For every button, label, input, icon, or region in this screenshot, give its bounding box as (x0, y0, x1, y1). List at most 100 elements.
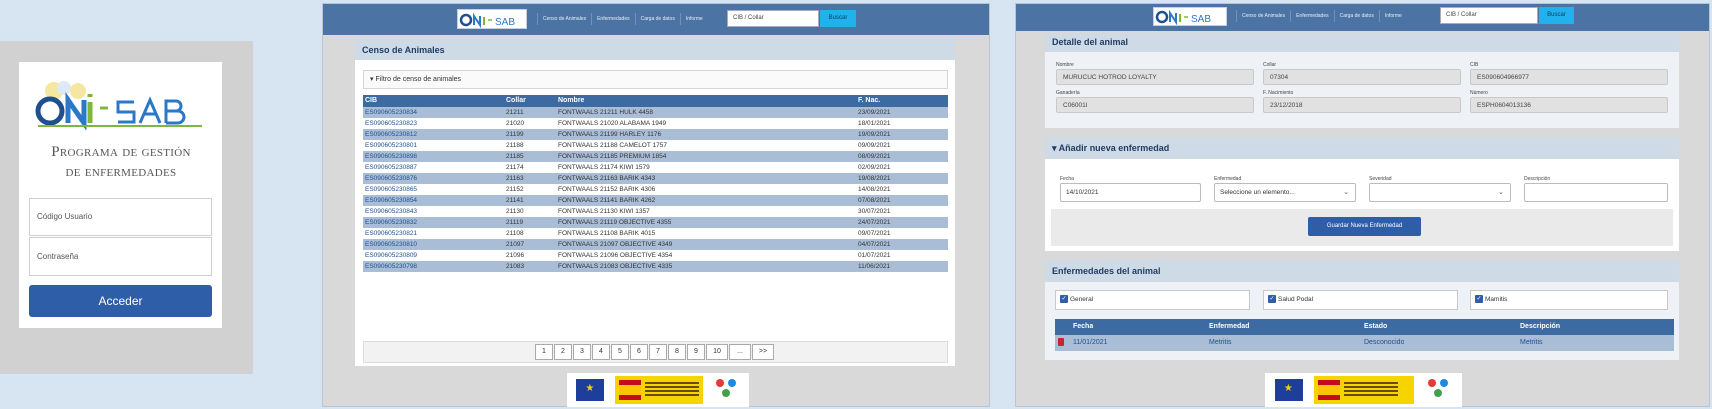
row-cib[interactable]: ES090605230865 (365, 184, 417, 195)
nav-logo-detail[interactable]: SAB (1153, 7, 1227, 26)
col-date[interactable]: Fecha (1073, 319, 1093, 335)
col-status[interactable]: Estado (1364, 319, 1387, 335)
row-collar: 21211 (506, 109, 524, 116)
nav-link-census-detail[interactable]: Censo de Animales (1236, 10, 1290, 22)
row-cib[interactable]: ES090605230809 (365, 250, 417, 261)
page-button[interactable]: 3 (573, 344, 591, 360)
save-disease-button[interactable]: Guardar Nueva Enfermedad (1308, 217, 1421, 236)
description-input[interactable] (1524, 183, 1668, 202)
page-button[interactable]: 7 (649, 344, 667, 360)
row-cib[interactable]: ES090605230810 (365, 239, 417, 250)
nav-links-detail: Censo de Animales Enfermedades Carga de … (1236, 9, 1407, 23)
col-collar[interactable]: Collar (506, 95, 526, 107)
col-disease[interactable]: Enfermedad (1209, 319, 1249, 335)
row-cib[interactable]: ES090605230843 (365, 206, 417, 217)
table-row[interactable]: ES090605230898 21185 FONTWAALS 21185 PREMI… (363, 151, 948, 162)
col-name[interactable]: Nombre (558, 95, 584, 107)
table-row[interactable]: ES090605230823 21020 FONTWAALS 21020 ALABA… (363, 118, 948, 129)
search-input[interactable]: CIB / Collar (727, 10, 819, 27)
date-input[interactable]: 14/10/2021 (1060, 183, 1201, 202)
census-title: Censo de Animales (355, 40, 955, 60)
filter-general-checkbox[interactable]: ✓ General (1055, 290, 1250, 310)
user-code-input[interactable]: Código Usuario (29, 198, 212, 236)
page-button[interactable]: 10 (706, 344, 728, 360)
search-input-detail[interactable]: CIB / Collar (1440, 7, 1538, 24)
col-birthdate[interactable]: F. Nac. (858, 95, 880, 107)
table-row[interactable]: ES090605230821 21108 FONTWAALS 21108 BARIK… (363, 228, 948, 239)
row-cib[interactable]: ES090605230876 (365, 173, 417, 184)
table-row[interactable]: ES090605230801 21188 FONTWAALS 21188 CAMEL… (363, 140, 948, 151)
col-cib[interactable]: CIB (365, 95, 377, 107)
password-input[interactable]: Contraseña (29, 237, 212, 276)
severity-select[interactable]: ⌄ (1369, 183, 1511, 202)
diseases-table-header: Fecha Enfermedad Estado Descripción (1055, 319, 1674, 335)
row-collar: 21130 (506, 208, 524, 215)
row-cib[interactable]: ES090605230898 (365, 151, 417, 162)
page-button[interactable]: 8 (668, 344, 686, 360)
row-birthdate: 24/07/2021 (858, 219, 891, 226)
col-description[interactable]: Descripción (1520, 319, 1560, 335)
field-value-collar: 07304 (1263, 69, 1461, 85)
table-row[interactable]: ES090605230809 21096 FONTWAALS 21096 OBJEC… (363, 250, 948, 261)
field-label-cib: CIB (1470, 62, 1479, 68)
nav-link-report-detail[interactable]: Informe (1378, 10, 1407, 22)
nav-logo[interactable]: SAB (457, 9, 527, 29)
row-cib[interactable]: ES090605230823 (365, 118, 417, 129)
nav-link-report[interactable]: Informe (679, 13, 708, 25)
table-row[interactable]: ES090605230798 21083 FONTWAALS 21083 OBJEC… (363, 261, 948, 272)
table-row[interactable]: ES090605230854 21141 FONTWAALS 21141 BARIK… (363, 195, 948, 206)
search-button[interactable]: Buscar (820, 10, 856, 27)
nav-link-data-upload-detail[interactable]: Carga de datos (1333, 10, 1379, 22)
row-collar: 21097 (506, 241, 525, 248)
field-label-name: Nombre (1056, 62, 1074, 68)
table-row[interactable]: ES090605230887 21174 FONTWAALS 21174 KIWI … (363, 162, 948, 173)
disease-row-description: Metritis (1520, 339, 1543, 346)
page-button[interactable]: >> (752, 344, 774, 360)
nav-link-diseases-detail[interactable]: Enfermedades (1290, 10, 1334, 22)
table-row[interactable]: ES090605230810 21097 FONTWAALS 21097 OBJEC… (363, 239, 948, 250)
row-cib[interactable]: ES090605230832 (365, 217, 417, 228)
page-button[interactable]: 1 (535, 344, 553, 360)
row-collar: 21119 (506, 219, 524, 226)
nav-link-data-upload[interactable]: Carga de datos (634, 13, 680, 25)
page-button[interactable]: 5 (611, 344, 629, 360)
add-disease-title[interactable]: ▾ Añadir nueva enfermedad (1045, 137, 1679, 159)
table-row[interactable]: ES090605230812 21199 FONTWAALS 21199 HARLE… (363, 129, 948, 140)
page-button[interactable]: 6 (630, 344, 648, 360)
row-name: FONTWAALS 21083 OBJECTIVE 4335 (558, 263, 673, 270)
row-cib[interactable]: ES090605230798 (365, 261, 417, 272)
search-button-detail[interactable]: Buscar (1539, 7, 1574, 24)
row-name: FONTWAALS 21020 ALABAMA 1949 (558, 120, 667, 127)
row-cib[interactable]: ES090605230834 (365, 107, 417, 118)
row-cib[interactable]: ES090605230812 (365, 129, 417, 140)
row-cib[interactable]: ES090605230801 (365, 140, 417, 151)
disease-row[interactable]: 11/01/2021 Metritis Desconocido Metritis (1055, 335, 1674, 351)
disease-select[interactable]: Seleccione un elemento... ⌄ (1214, 183, 1356, 202)
nav-link-census[interactable]: Censo de Animales (537, 13, 591, 25)
table-row[interactable]: ES090605230876 21163 FONTWAALS 21163 BARIK… (363, 173, 948, 184)
page-button[interactable]: 2 (554, 344, 572, 360)
page-button[interactable]: ... (729, 344, 751, 360)
checkbox-checked-icon: ✓ (1268, 295, 1276, 304)
page-button[interactable]: 9 (687, 344, 705, 360)
row-cib[interactable]: ES090605230821 (365, 228, 417, 239)
row-name: FONTWAALS 21141 BARIK 4262 (558, 197, 656, 204)
row-cib[interactable]: ES090605230887 (365, 162, 417, 173)
table-row[interactable]: ES090605230832 21119 FONTWAALS 21119 OBJEC… (363, 217, 948, 228)
filter-hoof-health-checkbox[interactable]: ✓ Salud Podal (1263, 290, 1458, 310)
login-button[interactable]: Acceder (29, 285, 212, 317)
nav-link-diseases[interactable]: Enfermedades (591, 13, 635, 25)
row-name: FONTWAALS 21119 OBJECTIVE 4355 (558, 219, 672, 226)
row-collar: 21199 (506, 131, 524, 138)
census-filter-toggle[interactable]: ▾ Filtro de censo de animales (363, 70, 948, 89)
page-button[interactable]: 4 (592, 344, 610, 360)
table-row[interactable]: ES090605230865 21152 FONTWAALS 21152 BARIK… (363, 184, 948, 195)
filter-mastitis-checkbox[interactable]: ✓ Mamitis (1470, 290, 1668, 310)
svg-text:SAB: SAB (495, 17, 515, 28)
table-row[interactable]: ES090605230834 21211 FONTWAALS 21211 HULK … (363, 107, 948, 118)
row-name: FONTWAALS 21130 KIWI 1357 (558, 208, 650, 215)
table-row[interactable]: ES090605230843 21130 FONTWAALS 21130 KIWI … (363, 206, 948, 217)
row-cib[interactable]: ES090605230854 (365, 195, 417, 206)
field-value-herd: C06001I (1056, 97, 1254, 113)
delete-icon[interactable] (1058, 335, 1064, 351)
